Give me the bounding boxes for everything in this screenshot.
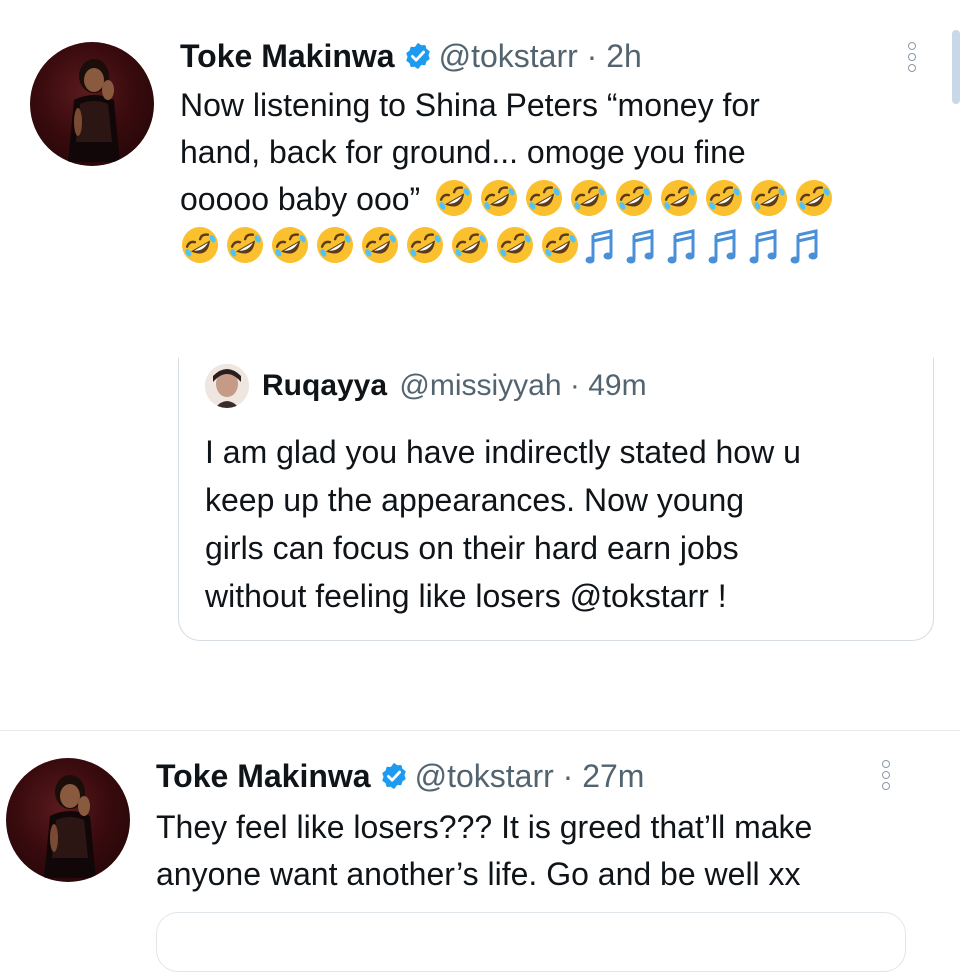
rolling-on-floor-laughing-emoji	[614, 178, 654, 218]
scrollbar[interactable]	[952, 30, 960, 104]
rolling-on-floor-laughing-emoji	[524, 178, 564, 218]
tweet-line: I am glad you have indirectly stated how…	[205, 434, 801, 470]
tweet-text: They feel like losers??? It is greed tha…	[156, 804, 946, 898]
rolling-on-floor-laughing-emoji	[659, 178, 699, 218]
quoted-author-name[interactable]: Ruqayya	[262, 369, 387, 402]
avatar[interactable]	[30, 42, 154, 166]
rolling-on-floor-laughing-emoji	[315, 225, 355, 265]
musical-notes-emoji	[585, 229, 617, 267]
quoted-tweet-text: I am glad you have indirectly stated how…	[205, 428, 801, 620]
more-options-icon[interactable]	[906, 42, 918, 72]
tweet-line: girls can focus on their hard earn jobs	[205, 530, 739, 566]
profile-photo-icon	[44, 775, 96, 878]
tweet-line: ooooo baby ooo”	[180, 176, 940, 223]
verified-badge-icon	[403, 40, 433, 80]
emoji-group	[434, 178, 839, 218]
quoted-header: Ruqayya @missiyyah · 49m	[262, 366, 647, 406]
rolling-on-floor-laughing-emoji	[180, 225, 220, 265]
author-handle[interactable]: @tokstarr	[415, 758, 554, 794]
profile-photo-icon	[68, 59, 120, 162]
rolling-on-floor-laughing-emoji	[225, 225, 265, 265]
rolling-on-floor-laughing-emoji	[405, 225, 445, 265]
quoted-timestamp[interactable]: · 49m	[570, 369, 647, 402]
musical-notes-emoji	[667, 229, 699, 267]
tweet-line: They feel like losers??? It is greed tha…	[156, 809, 813, 845]
rolling-on-floor-laughing-emoji	[495, 225, 535, 265]
verified-badge-icon	[379, 760, 409, 800]
quoted-author-handle[interactable]: @missiyyah	[399, 369, 561, 402]
tweet-line: without feeling like losers @tokstarr !	[205, 578, 727, 614]
musical-notes-emoji	[749, 229, 781, 267]
tweet-header: Toke Makinwa @tokstarr · 27m	[156, 756, 644, 800]
rolling-on-floor-laughing-emoji	[434, 178, 474, 218]
rolling-on-floor-laughing-emoji	[479, 178, 519, 218]
timestamp[interactable]: · 2h	[587, 38, 642, 74]
rolling-on-floor-laughing-emoji	[569, 178, 609, 218]
author-name[interactable]: Toke Makinwa	[156, 758, 371, 794]
tweet-line: hand, back for ground... omoge you fine	[180, 134, 746, 170]
author-name[interactable]: Toke Makinwa	[180, 38, 395, 74]
quoted-avatar[interactable]	[205, 364, 249, 408]
author-handle[interactable]: @tokstarr	[439, 38, 578, 74]
tweet-text: Now listening to Shina Peters “money for…	[180, 82, 940, 270]
musical-notes-emoji	[790, 229, 822, 267]
rolling-on-floor-laughing-emoji	[270, 225, 310, 265]
more-options-icon[interactable]	[880, 760, 892, 790]
divider	[0, 730, 960, 731]
rolling-on-floor-laughing-emoji	[360, 225, 400, 265]
rolling-on-floor-laughing-emoji	[794, 178, 834, 218]
profile-photo-icon	[205, 364, 249, 408]
rolling-on-floor-laughing-emoji	[540, 225, 580, 265]
timestamp[interactable]: · 27m	[563, 758, 645, 794]
rolling-on-floor-laughing-emoji	[749, 178, 789, 218]
tweet-line: keep up the appearances. Now young	[205, 482, 745, 518]
rolling-on-floor-laughing-emoji	[704, 178, 744, 218]
tweet-line: anyone want another’s life. Go and be we…	[156, 856, 801, 892]
tweet-header: Toke Makinwa @tokstarr · 2h	[180, 36, 642, 80]
tweet-line: Now listening to Shina Peters “money for	[180, 87, 760, 123]
musical-notes-emoji	[708, 229, 740, 267]
rolling-on-floor-laughing-emoji	[450, 225, 490, 265]
quoted-tweet-card[interactable]	[156, 912, 906, 972]
emoji-group	[180, 223, 940, 270]
avatar[interactable]	[6, 758, 130, 882]
musical-notes-emoji	[626, 229, 658, 267]
